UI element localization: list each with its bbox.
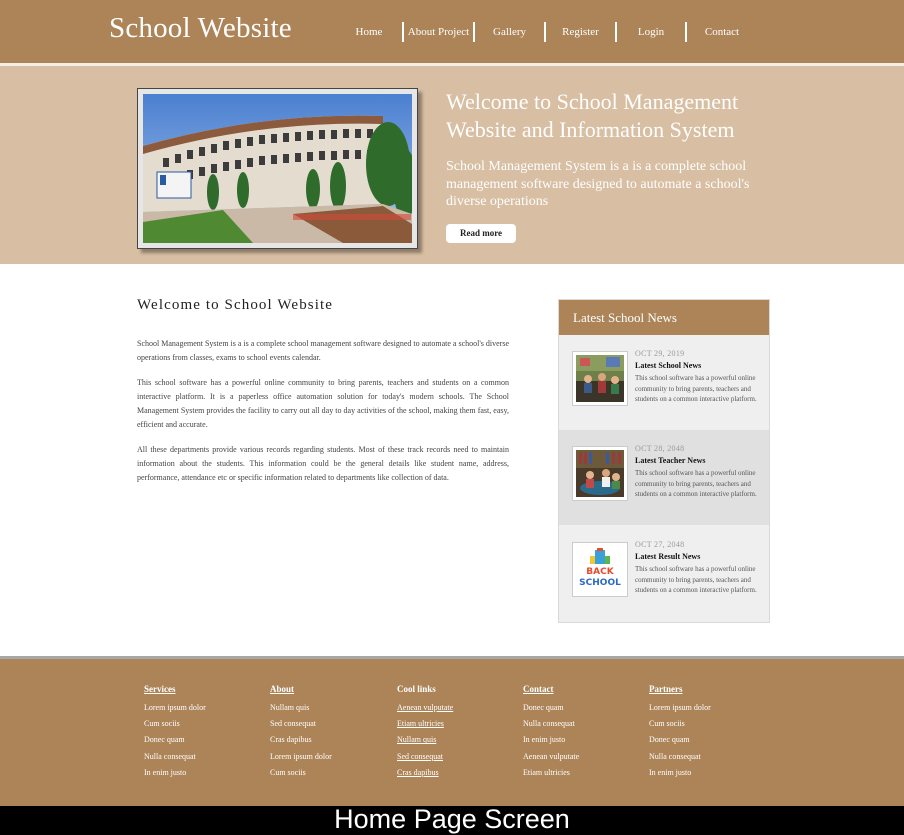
footer-link[interactable]: Sed consequat bbox=[397, 749, 453, 765]
footer-link[interactable]: Nullam quis bbox=[270, 700, 332, 716]
news-panel-title: Latest School News bbox=[559, 300, 769, 335]
footer-column-about: About Nullam quis Sed consequat Cras dap… bbox=[270, 684, 332, 781]
classroom-thumbnail bbox=[572, 351, 628, 406]
footer-heading-cool-links: Cool links bbox=[397, 684, 436, 694]
site-brand[interactable]: School Website bbox=[109, 12, 292, 45]
nav-login[interactable]: Login bbox=[617, 26, 685, 38]
footer-link[interactable]: Cras dapibus bbox=[397, 765, 453, 781]
school-building-image bbox=[143, 94, 412, 243]
news-description: This school software has a powerful onli… bbox=[635, 565, 757, 594]
latest-news-panel: Latest School News OCT 29, 2019 Latest S… bbox=[558, 299, 770, 623]
news-title[interactable]: Latest School News bbox=[635, 361, 701, 370]
footer-link[interactable]: Donec quam bbox=[649, 732, 711, 748]
footer-link[interactable]: In enim justo bbox=[649, 765, 711, 781]
footer-link[interactable]: Etiam ultricies bbox=[397, 716, 453, 732]
hero-title: Welcome to School Management Website and… bbox=[446, 89, 739, 142]
software-paragraph: This school software has a powerful onli… bbox=[137, 378, 509, 429]
news-description: This school software has a powerful onli… bbox=[635, 374, 757, 403]
school-text: SCHOOL bbox=[579, 578, 621, 588]
intro-paragraph: School Management System is a is a compl… bbox=[137, 339, 510, 362]
site-footer: Services Lorem ipsum dolor Cum sociis Do… bbox=[0, 659, 904, 806]
news-item[interactable]: BACK SCHOOL OCT 27, 2048 Latest Result N… bbox=[559, 526, 769, 621]
footer-link[interactable]: Cum sociis bbox=[649, 716, 711, 732]
footer-heading-partners[interactable]: Partners bbox=[649, 684, 711, 694]
footer-link[interactable]: Cum sociis bbox=[270, 765, 332, 781]
footer-link[interactable]: Lorem ipsum dolor bbox=[649, 700, 711, 716]
news-date: OCT 28, 2048 bbox=[635, 444, 685, 453]
news-title[interactable]: Latest Result News bbox=[635, 552, 700, 561]
footer-heading-contact[interactable]: Contact bbox=[523, 684, 579, 694]
footer-link[interactable]: Cras dapibus bbox=[270, 732, 332, 748]
footer-link[interactable]: Aenean vulputate bbox=[523, 749, 579, 765]
footer-link[interactable]: Etiam ultricies bbox=[523, 765, 579, 781]
footer-link[interactable]: Nulla consequat bbox=[649, 749, 711, 765]
news-title[interactable]: Latest Teacher News bbox=[635, 456, 706, 465]
news-description: This school software has a powerful onli… bbox=[635, 469, 757, 498]
footer-heading-about[interactable]: About bbox=[270, 684, 332, 694]
back-text: BACK bbox=[586, 567, 614, 577]
library-thumbnail bbox=[572, 446, 628, 501]
hero-image-frame bbox=[137, 88, 418, 249]
footer-link[interactable]: Nulla consequat bbox=[144, 749, 206, 765]
footer-link[interactable]: Nullam quis bbox=[397, 732, 453, 748]
footer-link[interactable]: In enim justo bbox=[523, 732, 579, 748]
footer-heading-services[interactable]: Services bbox=[144, 684, 206, 694]
nav-register[interactable]: Register bbox=[546, 26, 615, 38]
footer-link[interactable]: Lorem ipsum dolor bbox=[144, 700, 206, 716]
site-header: School Website Home About Project Galler… bbox=[0, 0, 904, 63]
footer-column-contact: Contact Donec quam Nulla consequat In en… bbox=[523, 684, 579, 781]
departments-paragraph: All these departments provide various re… bbox=[137, 445, 509, 482]
nav-gallery[interactable]: Gallery bbox=[475, 26, 544, 38]
footer-link[interactable]: Cum sociis bbox=[144, 716, 206, 732]
footer-link[interactable]: Sed consequat bbox=[270, 716, 332, 732]
nav-contact[interactable]: Contact bbox=[687, 26, 757, 38]
nav-about-project[interactable]: About Project bbox=[404, 26, 473, 38]
back-to-school-thumbnail: BACK SCHOOL bbox=[572, 542, 628, 597]
read-more-button[interactable]: Read more bbox=[446, 224, 516, 243]
hero-description: School Management System is a is a compl… bbox=[446, 159, 750, 209]
footer-column-partners: Partners Lorem ipsum dolor Cum sociis Do… bbox=[649, 684, 711, 781]
footer-link[interactable]: Donec quam bbox=[523, 700, 579, 716]
footer-link[interactable]: Aenean vulputate bbox=[397, 700, 453, 716]
nav-home[interactable]: Home bbox=[336, 26, 402, 38]
news-date: OCT 29, 2019 bbox=[635, 349, 685, 358]
footer-link[interactable]: In enim justo bbox=[144, 765, 206, 781]
news-date: OCT 27, 2048 bbox=[635, 540, 685, 549]
news-item[interactable]: OCT 29, 2019 Latest School News This sch… bbox=[559, 335, 769, 430]
footer-column-cool-links: Cool links Aenean vulputate Etiam ultric… bbox=[397, 684, 453, 781]
footer-link[interactable]: Nulla consequat bbox=[523, 716, 579, 732]
news-item[interactable]: OCT 28, 2048 Latest Teacher News This sc… bbox=[559, 430, 769, 525]
main-nav: Home About Project Gallery Register Logi… bbox=[336, 19, 757, 45]
screen-caption: Home Page Screen bbox=[0, 806, 904, 835]
footer-column-services: Services Lorem ipsum dolor Cum sociis Do… bbox=[144, 684, 206, 781]
welcome-heading: Welcome to School Website bbox=[137, 297, 334, 313]
footer-link[interactable]: Lorem ipsum dolor bbox=[270, 749, 332, 765]
footer-link[interactable]: Donec quam bbox=[144, 732, 206, 748]
